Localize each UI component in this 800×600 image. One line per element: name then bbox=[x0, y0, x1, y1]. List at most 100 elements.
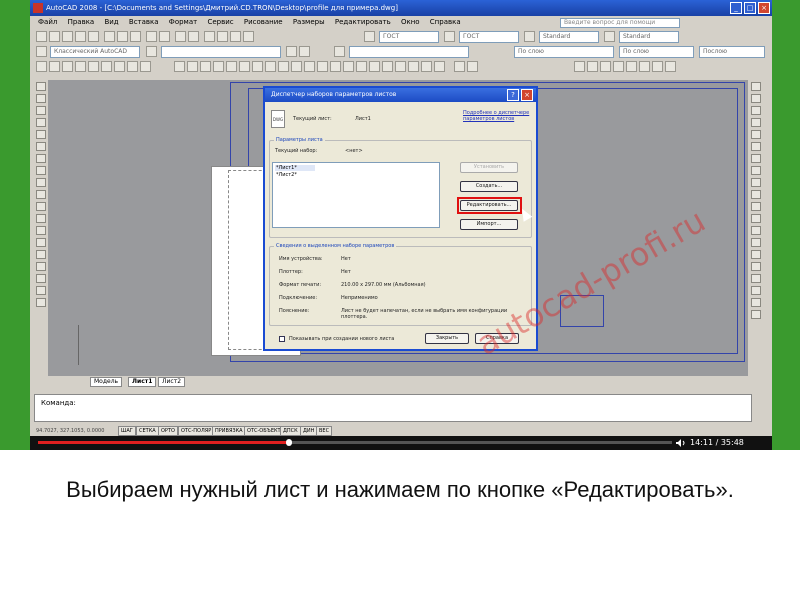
trim-tool-icon[interactable] bbox=[751, 190, 761, 199]
menu-window[interactable]: Окно bbox=[401, 18, 420, 26]
dim-update-icon[interactable] bbox=[369, 61, 380, 72]
polygon-tool-icon[interactable] bbox=[36, 118, 46, 127]
minimize-button[interactable]: _ bbox=[730, 2, 742, 14]
table-style-icon[interactable] bbox=[524, 31, 535, 42]
dim-ordinate-icon[interactable] bbox=[213, 61, 224, 72]
join-tool-icon[interactable] bbox=[751, 238, 761, 247]
menu-file[interactable]: Файл bbox=[38, 18, 57, 26]
dim-angular-icon[interactable] bbox=[265, 61, 276, 72]
preview-icon[interactable] bbox=[88, 31, 99, 42]
zoom-realtime-icon[interactable] bbox=[408, 61, 419, 72]
help-link[interactable]: Подробнее о диспетчере параметров листов bbox=[463, 110, 533, 122]
chamfer-tool-icon[interactable] bbox=[751, 250, 761, 259]
spline-tool-icon[interactable] bbox=[36, 178, 46, 187]
text-style-icon[interactable] bbox=[364, 31, 375, 42]
command-line[interactable]: Команда: bbox=[34, 394, 752, 422]
osnap-toggle[interactable]: ПРИВЯЗКА bbox=[212, 426, 246, 436]
set-current-button[interactable]: Установить bbox=[460, 162, 518, 173]
arc-tool-icon[interactable] bbox=[36, 142, 46, 151]
zoom-window-icon[interactable] bbox=[421, 61, 432, 72]
copy-icon[interactable] bbox=[117, 31, 128, 42]
text-style-select[interactable]: ГОСТ bbox=[379, 31, 439, 43]
zoom-in-icon[interactable] bbox=[652, 61, 663, 72]
ellipse-arc-tool-icon[interactable] bbox=[36, 202, 46, 211]
mleader-style-select[interactable]: Standard bbox=[619, 31, 679, 43]
layer-manager-icon[interactable] bbox=[146, 46, 157, 57]
break-tool-icon[interactable] bbox=[751, 226, 761, 235]
copy-tool-icon[interactable] bbox=[751, 94, 761, 103]
new-icon[interactable] bbox=[36, 31, 47, 42]
menu-draw[interactable]: Рисование bbox=[244, 18, 283, 26]
ellipse-tool-icon[interactable] bbox=[36, 190, 46, 199]
cut-icon[interactable] bbox=[104, 31, 115, 42]
pan-realtime-icon[interactable] bbox=[395, 61, 406, 72]
plotstyle-select[interactable]: Послою bbox=[699, 46, 765, 58]
polygon-icon[interactable] bbox=[75, 61, 86, 72]
rectangle-icon[interactable] bbox=[88, 61, 99, 72]
region-tool-icon[interactable] bbox=[36, 274, 46, 283]
line-icon[interactable] bbox=[36, 61, 47, 72]
dim-edit-icon[interactable] bbox=[343, 61, 354, 72]
dim-style-manager-icon[interactable] bbox=[382, 61, 393, 72]
erase-tool-icon[interactable] bbox=[751, 82, 761, 91]
volume-icon[interactable] bbox=[676, 439, 686, 447]
spline-icon[interactable] bbox=[127, 61, 138, 72]
dim-aligned-icon[interactable] bbox=[187, 61, 198, 72]
snap-toggle[interactable]: ШАГ bbox=[118, 426, 136, 436]
circle-icon[interactable] bbox=[114, 61, 125, 72]
dim-diameter-icon[interactable] bbox=[252, 61, 263, 72]
zoom-center-icon[interactable] bbox=[626, 61, 637, 72]
menu-dimension[interactable]: Размеры bbox=[293, 18, 325, 26]
linetype-select[interactable]: По слою bbox=[514, 46, 614, 58]
paste-icon[interactable] bbox=[130, 31, 141, 42]
dim-style-select[interactable]: ГОСТ bbox=[459, 31, 519, 43]
dim-text-edit-icon[interactable] bbox=[356, 61, 367, 72]
open-icon[interactable] bbox=[49, 31, 60, 42]
zoom-dynamic-icon[interactable] bbox=[600, 61, 611, 72]
ducs-toggle[interactable]: ДПСК bbox=[280, 426, 301, 436]
polar-toggle[interactable]: ОТС-ПОЛЯР bbox=[178, 426, 215, 436]
zoom-icon[interactable] bbox=[188, 31, 199, 42]
insert-block-tool-icon[interactable] bbox=[36, 214, 46, 223]
array-tool-icon[interactable] bbox=[751, 130, 761, 139]
undo-icon[interactable] bbox=[146, 31, 157, 42]
rectangle-tool-icon[interactable] bbox=[36, 130, 46, 139]
workspace-select[interactable]: Классический AutoCAD bbox=[50, 46, 140, 58]
layer-isolate-icon[interactable] bbox=[299, 46, 310, 57]
redo-icon[interactable] bbox=[159, 31, 170, 42]
menu-format[interactable]: Формат bbox=[169, 18, 197, 26]
grid-toggle[interactable]: СЕТКА bbox=[136, 426, 159, 436]
zoom-out-icon[interactable] bbox=[665, 61, 676, 72]
menu-edit[interactable]: Правка bbox=[68, 18, 95, 26]
dim-baseline-icon[interactable] bbox=[291, 61, 302, 72]
stretch-tool-icon[interactable] bbox=[751, 178, 761, 187]
video-progress-bar[interactable] bbox=[38, 439, 672, 446]
layer-select[interactable] bbox=[161, 46, 281, 58]
list-item[interactable]: *Лист1* bbox=[275, 165, 315, 171]
help-icon[interactable] bbox=[243, 31, 254, 42]
save-icon[interactable] bbox=[62, 31, 73, 42]
text-edit-tool-icon[interactable] bbox=[751, 310, 761, 319]
create-button[interactable]: Создать... bbox=[460, 181, 518, 192]
color-select[interactable] bbox=[349, 46, 469, 58]
dim-jogged-icon[interactable] bbox=[239, 61, 250, 72]
point-tool-icon[interactable] bbox=[36, 238, 46, 247]
lwt-toggle[interactable]: ВЕС bbox=[316, 426, 333, 436]
color-icon[interactable] bbox=[334, 46, 345, 57]
menu-tools[interactable]: Сервис bbox=[207, 18, 233, 26]
properties-icon[interactable] bbox=[204, 31, 215, 42]
menu-insert[interactable]: Вставка bbox=[129, 18, 159, 26]
rotate-tool-icon[interactable] bbox=[751, 154, 761, 163]
mirror-tool-icon[interactable] bbox=[751, 106, 761, 115]
offset-tool-icon[interactable] bbox=[751, 118, 761, 127]
zoom-extents-icon[interactable] bbox=[587, 61, 598, 72]
quick-dim-icon[interactable] bbox=[278, 61, 289, 72]
arc-icon[interactable] bbox=[101, 61, 112, 72]
otrack-toggle[interactable]: ОТС-ОБЪЕКТ bbox=[244, 426, 284, 436]
tab-model[interactable]: Модель bbox=[90, 377, 123, 387]
dialog-close-btn[interactable]: Закрыть bbox=[425, 333, 469, 344]
dyn-toggle[interactable]: ДИН bbox=[300, 426, 318, 436]
make-block-tool-icon[interactable] bbox=[36, 226, 46, 235]
center-mark-icon[interactable] bbox=[330, 61, 341, 72]
mleader-style-icon[interactable] bbox=[604, 31, 615, 42]
